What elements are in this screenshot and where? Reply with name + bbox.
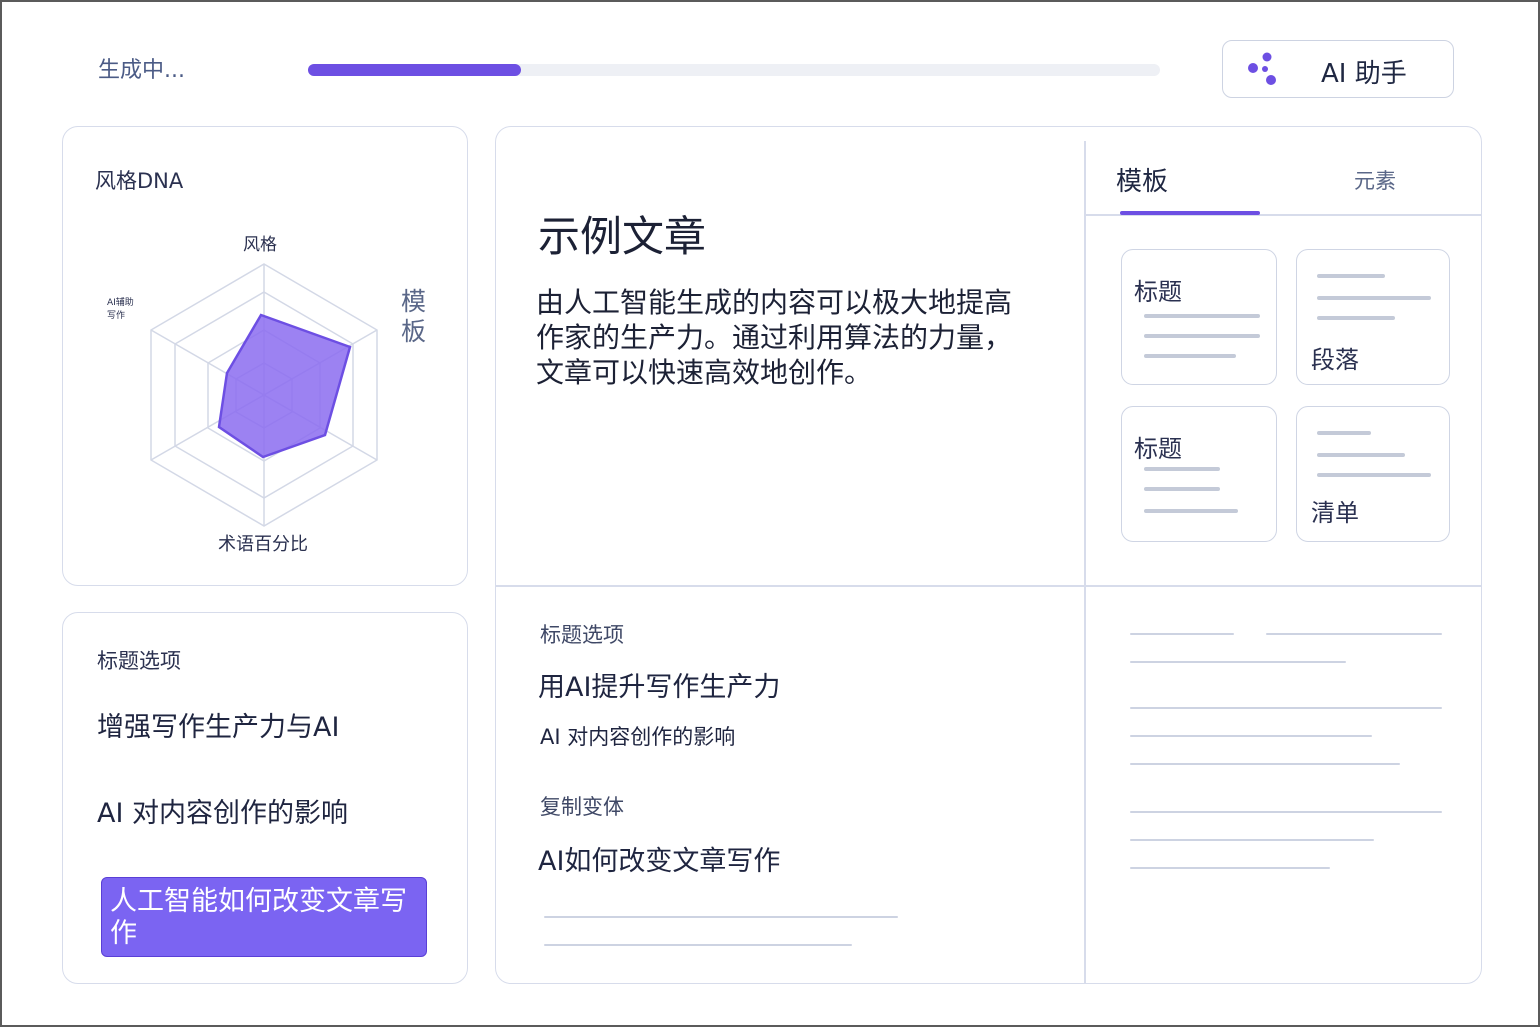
placeholder-line [1266,633,1442,635]
placeholder-line [1130,811,1442,813]
article-body[interactable]: 由人工智能生成的内容可以极大地提高作家的生产力。通过利用算法的力量，文章可以快速… [536,285,1036,390]
placeholder-line [1130,633,1234,635]
style-dna-card: 风格DNA 风格 模板 术语百分比 AI辅助写作 [62,126,468,586]
placeholder-line [1130,661,1346,663]
headline-option[interactable]: 用AI提升写作生产力 [538,665,780,704]
ai-assistant-label: AI 助手 [1321,59,1407,89]
placeholder-line [1317,431,1371,435]
copy-variant-option[interactable]: AI如何改变文章写作 [538,839,780,878]
title-option[interactable]: 增强写作生产力与AI [97,705,339,744]
placeholder-line [544,944,852,946]
placeholder-line [1317,296,1431,300]
horizontal-divider [496,585,1482,587]
placeholder-line [1144,467,1220,471]
editor-card: 示例文章 由人工智能生成的内容可以极大地提高作家的生产力。通过利用算法的力量，文… [495,126,1482,984]
placeholder-line [1144,334,1260,338]
copy-variants-heading: 复制变体 [540,795,624,819]
title-options-heading: 标题选项 [97,649,181,673]
headline-option[interactable]: AI 对内容创作的影响 [540,721,735,751]
generation-status: 生成中... [98,58,185,83]
style-radar-chart: 风格 模板 术语百分比 AI辅助写作 [107,235,426,555]
placeholder-line [1317,316,1395,320]
progress-bar [308,64,1160,76]
template-card-heading[interactable]: 标题 [1121,406,1277,542]
article-title: 示例文章 [538,212,707,261]
template-card-heading[interactable]: 标题 [1121,249,1277,385]
title-option-selected[interactable]: 人工智能如何改变文章写作 [101,877,427,957]
template-card-list[interactable]: 清单 [1296,406,1450,542]
headline-options-heading: 标题选项 [540,623,624,647]
placeholder-line [1144,509,1238,513]
template-card-label: 段落 [1311,346,1359,374]
placeholder-line [1317,473,1431,477]
molecule-icon [1248,52,1276,85]
placeholder-line [1130,839,1374,841]
placeholder-line [1130,763,1400,765]
radar-axis-bottom: 术语百分比 [218,534,308,555]
placeholder-line [1144,487,1220,491]
placeholder-line [1144,354,1236,358]
template-card-label: 标题 [1134,278,1182,306]
placeholder-line [1130,707,1442,709]
template-card-label: 标题 [1134,435,1182,463]
template-card-label: 清单 [1311,499,1359,527]
radar-axis-right: 模板 [401,287,426,346]
placeholder-line [1130,867,1330,869]
radar-shape [217,313,352,459]
tab-templates[interactable]: 模板 [1116,161,1168,198]
placeholder-line [1317,453,1405,457]
active-tab-indicator [1120,211,1260,215]
placeholder-line [544,916,898,918]
placeholder-line [1144,314,1260,318]
progress-bar-fill [308,64,521,76]
radar-axis-top: 风格 [243,235,277,255]
placeholder-line [1130,735,1372,737]
tab-elements[interactable]: 元素 [1354,165,1396,195]
vertical-divider [1084,141,1086,983]
radar-axis-left: AI辅助写作 [107,296,134,321]
title-option[interactable]: AI 对内容创作的影响 [97,791,348,830]
template-card-paragraph[interactable]: 段落 [1296,249,1450,385]
title-options-card: 标题选项 增强写作生产力与AI AI 对内容创作的影响 人工智能如何改变文章写作 [62,612,468,984]
placeholder-line [1317,274,1385,278]
ai-assistant-button[interactable]: AI 助手 [1222,40,1454,98]
